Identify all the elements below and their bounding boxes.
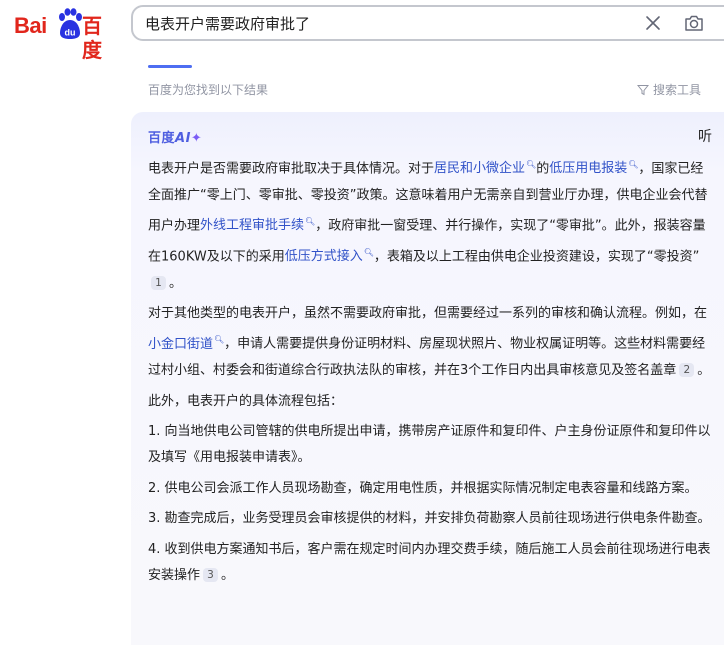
- logo-text-baidu-zh: 百度: [82, 14, 102, 62]
- magnifier-icon: 🔍︎: [628, 160, 639, 169]
- ai-logo-ai: AI: [175, 131, 191, 146]
- result-count: 百度为您找到以下结果: [148, 83, 269, 97]
- active-tab-indicator: [148, 65, 192, 68]
- step-1: 1. 向当地供电公司管辖的供电所提出申请，携带房产证原件和复印件、户主身份证原件…: [148, 423, 711, 466]
- search-tools-button[interactable]: 搜索工具: [637, 81, 701, 98]
- listen-button[interactable]: 听: [698, 126, 712, 146]
- step-3: 3. 勘查完成后，业务受理员会审核提供的材料，并安排负荷勘察人员前往现场进行供电…: [148, 511, 711, 527]
- text-span: 。: [697, 363, 711, 379]
- baidu-paw-icon: du: [59, 8, 82, 39]
- magnifier-icon: 🔍︎: [363, 247, 374, 257]
- link-low-voltage-access[interactable]: 低压方式接入🔍︎: [284, 247, 374, 265]
- link-external-approval[interactable]: 外线工程审批手续🔍︎: [200, 217, 316, 234]
- magnifier-icon: 🔍︎: [305, 217, 316, 227]
- text-span: 。: [169, 275, 183, 291]
- ai-logo-text: 百度: [148, 131, 176, 146]
- filter-icon: [637, 84, 649, 95]
- link-residential-small-business[interactable]: 居民和小微企业🔍︎: [434, 160, 537, 177]
- text-span: 的: [536, 161, 550, 177]
- text-span: 电表开户是否需要政府审批取决于具体情况。对于: [148, 161, 435, 177]
- link-text: 小金口街道: [148, 336, 214, 352]
- search-input[interactable]: [145, 7, 625, 39]
- baidu-logo[interactable]: Bai du 百度: [14, 8, 118, 62]
- close-icon[interactable]: [643, 13, 663, 33]
- link-text: 外线工程审批手续: [200, 218, 305, 234]
- ai-answer-card: 百度AI✦ 听 电表开户是否需要政府审批取决于具体情况。对于居民和小微企业🔍︎的…: [131, 112, 724, 645]
- link-text: 低压用电报装: [549, 161, 628, 177]
- sparkle-icon: ✦: [190, 131, 203, 146]
- text-span: 对于其他类型的电表开户，虽然不需要政府审批，但需要经过一系列的审核和确认流程。例…: [148, 306, 708, 322]
- logo-text-bai: Bai: [14, 13, 47, 38]
- search-box: [131, 5, 724, 41]
- citation-badge[interactable]: 1: [151, 275, 166, 290]
- text-span: 。: [221, 568, 235, 583]
- magnifier-icon: 🔍︎: [526, 160, 537, 169]
- search-tools-label: 搜索工具: [653, 83, 702, 97]
- camera-icon[interactable]: [683, 12, 705, 34]
- link-low-voltage-application[interactable]: 低压用电报装🔍︎: [549, 160, 639, 177]
- magnifier-icon: 🔍︎: [214, 335, 225, 345]
- link-text: 低压方式接入: [284, 249, 363, 265]
- logo-text-du: du: [65, 28, 76, 38]
- step-2: 2. 供电公司会派工作人员现场勘查，确定用电性质，并根据实际情况制定电表容量和线…: [148, 480, 698, 496]
- text-span: ，申请人需要提供身份证明材料、房屋现状照片、物业权属证明等。这些材料需要经过村小…: [148, 336, 706, 379]
- text-span: ，表箱及以上工程由供电企业投资建设，实现了“零投资”: [373, 249, 700, 265]
- citation-badge[interactable]: 3: [203, 568, 219, 582]
- citation-badge[interactable]: 2: [679, 363, 695, 378]
- ai-answer-content: 电表开户是否需要政府审批取决于具体情况。对于居民和小微企业🔍︎的低压用电报装🔍︎…: [148, 152, 714, 593]
- link-xiaojinkou-street[interactable]: 小金口街道🔍︎: [148, 335, 225, 352]
- answer-paragraph-3: 此外，电表开户的具体流程包括：: [148, 393, 344, 409]
- link-text: 居民和小微企业: [434, 161, 526, 177]
- step-4: 4. 收到供电方案通知书后，客户需在规定时间内办理交费手续，随后施工人员会前往现…: [148, 537, 714, 590]
- answer-paragraph-2: 对于其他类型的电表开户，虽然不需要政府审批，但需要经过一系列的审核和确认流程。例…: [148, 301, 714, 385]
- baidu-ai-logo: 百度AI✦: [148, 127, 202, 146]
- answer-paragraph-1: 电表开户是否需要政府审批取决于具体情况。对于居民和小微企业🔍︎的低压用电报装🔍︎…: [148, 152, 714, 297]
